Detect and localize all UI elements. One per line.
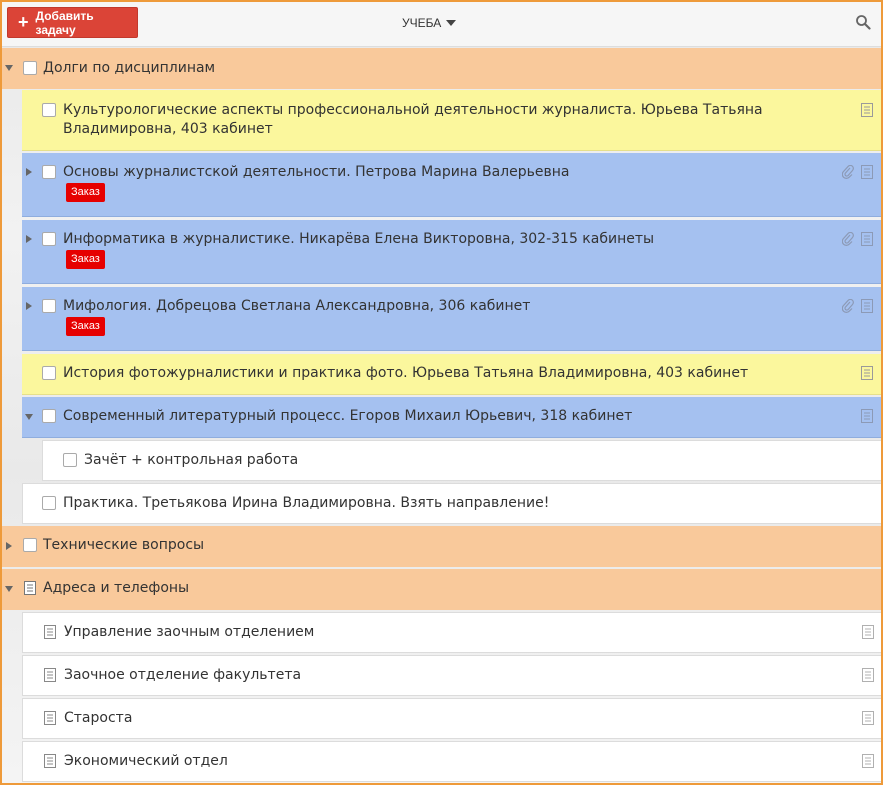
note-icon[interactable]: [861, 232, 873, 246]
group-checkbox[interactable]: [23, 61, 37, 75]
note-row[interactable]: Староста: [22, 698, 881, 739]
expand-arrow-icon[interactable]: [6, 542, 12, 550]
subtask-label: Зачёт + контрольная работа: [84, 452, 299, 468]
task-row[interactable]: Информатика в журналистике. Никарёва Еле…: [22, 220, 881, 284]
task-checkbox[interactable]: [42, 496, 56, 510]
group-checkbox[interactable]: [23, 538, 37, 552]
note-row[interactable]: Управление заочным отделением: [22, 612, 881, 653]
add-task-label: Добавить задачу: [35, 8, 94, 37]
caret-down-icon: [446, 20, 457, 26]
task-row[interactable]: Основы журналистской деятельности. Петро…: [22, 153, 881, 217]
collapse-arrow-icon[interactable]: [5, 586, 13, 592]
task-label: Культурологические аспекты профессиональ…: [63, 102, 763, 137]
note-label: Экономический отдел: [64, 753, 228, 769]
note-icon[interactable]: [862, 754, 874, 768]
group-row[interactable]: Технические вопросы: [2, 526, 881, 567]
task-checkbox[interactable]: [42, 103, 56, 117]
task-label: Основы журналистской деятельности. Петро…: [63, 164, 570, 180]
collapse-arrow-icon[interactable]: [25, 414, 33, 420]
task-checkbox[interactable]: [42, 232, 56, 246]
task-row[interactable]: Культурологические аспекты профессиональ…: [22, 90, 881, 151]
app-window: + Добавить задачу УЧЕБА Долги по дисципл…: [0, 0, 883, 785]
note-icon[interactable]: [861, 299, 873, 313]
group-label: Адреса и телефоны: [43, 580, 190, 596]
plus-icon: +: [18, 11, 29, 32]
note-icon[interactable]: [861, 366, 873, 380]
attachment-icon[interactable]: [842, 299, 854, 313]
project-name: УЧЕБА: [402, 16, 442, 30]
task-label: Современный литературный процесс. Егоров…: [63, 408, 633, 424]
group-label: Долги по дисциплинам: [43, 60, 216, 76]
tag-badge[interactable]: Заказ: [66, 183, 105, 202]
search-icon[interactable]: [855, 14, 871, 30]
group-row[interactable]: Адреса и телефоны: [2, 569, 881, 610]
attachment-icon[interactable]: [842, 165, 854, 179]
note-icon[interactable]: [862, 625, 874, 639]
note-icon: [44, 754, 56, 768]
note-icon[interactable]: [862, 668, 874, 682]
tag-badge[interactable]: Заказ: [66, 250, 105, 269]
note-icon: [24, 581, 36, 595]
collapse-arrow-icon[interactable]: [5, 65, 13, 71]
task-row[interactable]: Современный литературный процесс. Егоров…: [22, 397, 881, 438]
subtask-checkbox[interactable]: [63, 453, 77, 467]
group-row[interactable]: Долги по дисциплинам: [2, 48, 881, 89]
note-icon[interactable]: [862, 711, 874, 725]
note-icon[interactable]: [861, 165, 873, 179]
tag-badge[interactable]: Заказ: [66, 317, 105, 336]
note-label: Заочное отделение факультета: [64, 667, 302, 683]
add-task-button[interactable]: + Добавить задачу: [7, 7, 138, 38]
task-checkbox[interactable]: [42, 366, 56, 380]
note-label: Староста: [64, 710, 133, 726]
note-icon: [44, 711, 56, 725]
note-label: Управление заочным отделением: [64, 624, 315, 640]
task-checkbox[interactable]: [42, 409, 56, 423]
task-label: История фотожурналистики и практика фото…: [63, 365, 749, 381]
group-label: Технические вопросы: [43, 537, 205, 553]
task-checkbox[interactable]: [42, 299, 56, 313]
attachment-icon[interactable]: [842, 232, 854, 246]
task-row[interactable]: Мифология. Добрецова Светлана Александро…: [22, 287, 881, 351]
note-icon: [44, 625, 56, 639]
task-row[interactable]: Практика. Третьякова Ирина Владимировна.…: [22, 483, 881, 524]
project-selector[interactable]: УЧЕБА: [402, 16, 492, 30]
note-row[interactable]: Заочное отделение факультета: [22, 655, 881, 696]
expand-arrow-icon[interactable]: [26, 235, 32, 243]
top-toolbar: + Добавить задачу УЧЕБА: [2, 2, 881, 47]
task-label: Информатика в журналистике. Никарёва Еле…: [63, 231, 655, 247]
task-label: Практика. Третьякова Ирина Владимировна.…: [63, 495, 550, 511]
note-icon[interactable]: [861, 103, 873, 117]
expand-arrow-icon[interactable]: [26, 302, 32, 310]
expand-arrow-icon[interactable]: [26, 168, 32, 176]
task-row[interactable]: История фотожурналистики и практика фото…: [22, 354, 881, 395]
note-icon: [44, 668, 56, 682]
note-icon[interactable]: [861, 409, 873, 423]
task-label: Мифология. Добрецова Светлана Александро…: [63, 298, 531, 314]
subtask-row[interactable]: Зачёт + контрольная работа: [42, 440, 881, 481]
task-checkbox[interactable]: [42, 165, 56, 179]
note-row[interactable]: Экономический отдел: [22, 741, 881, 782]
